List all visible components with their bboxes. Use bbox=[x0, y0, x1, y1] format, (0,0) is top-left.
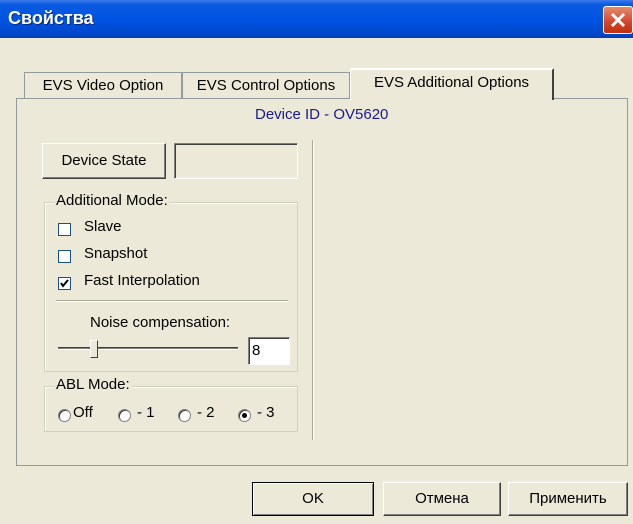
tab-evs-control-options[interactable]: EVS Control Options bbox=[182, 72, 350, 99]
snapshot-checkbox[interactable] bbox=[58, 250, 71, 263]
abl-off-radio[interactable] bbox=[58, 409, 71, 422]
cancel-button[interactable]: Отмена bbox=[383, 482, 501, 516]
group-divider bbox=[56, 300, 288, 302]
window-title: Свойства bbox=[8, 8, 94, 28]
slave-checkbox[interactable] bbox=[58, 223, 71, 236]
title-bar: Свойства bbox=[0, 0, 633, 38]
apply-button[interactable]: Применить bbox=[508, 482, 628, 516]
device-state-button[interactable]: Device State bbox=[42, 143, 166, 179]
close-button[interactable] bbox=[603, 6, 633, 34]
tab-evs-video-option[interactable]: EVS Video Option bbox=[24, 72, 182, 99]
slave-label: Slave bbox=[84, 218, 122, 235]
abl-3-label: - 3 bbox=[257, 404, 275, 421]
abl-1-radio[interactable] bbox=[118, 409, 131, 422]
device-id-label: Device ID - OV5620 bbox=[255, 106, 389, 123]
noise-compensation-value[interactable]: 8 bbox=[248, 337, 290, 365]
abl-2-label: - 2 bbox=[197, 404, 215, 421]
noise-compensation-label: Noise compensation: bbox=[90, 314, 231, 331]
abl-1-label: - 1 bbox=[137, 404, 155, 421]
radio-selected-dot bbox=[242, 413, 247, 418]
abl-3-radio[interactable] bbox=[238, 409, 251, 422]
snapshot-label: Snapshot bbox=[84, 245, 148, 262]
close-icon bbox=[610, 12, 626, 28]
noise-compensation-slider[interactable] bbox=[54, 336, 240, 360]
device-state-field[interactable] bbox=[174, 143, 298, 179]
slider-thumb[interactable] bbox=[90, 340, 98, 358]
fast-interpolation-checkbox[interactable] bbox=[58, 277, 71, 290]
tab-evs-additional-options[interactable]: EVS Additional Options bbox=[350, 68, 554, 100]
abl-2-radio[interactable] bbox=[178, 409, 191, 422]
abl-off-label: Off bbox=[73, 404, 93, 421]
fast-interpolation-label: Fast Interpolation bbox=[84, 272, 200, 289]
abl-mode-label: ABL Mode: bbox=[54, 376, 132, 393]
ok-button[interactable]: OK bbox=[252, 482, 374, 516]
vertical-divider bbox=[312, 140, 314, 440]
additional-mode-label: Additional Mode: bbox=[54, 192, 170, 209]
checkmark-icon bbox=[60, 279, 69, 288]
